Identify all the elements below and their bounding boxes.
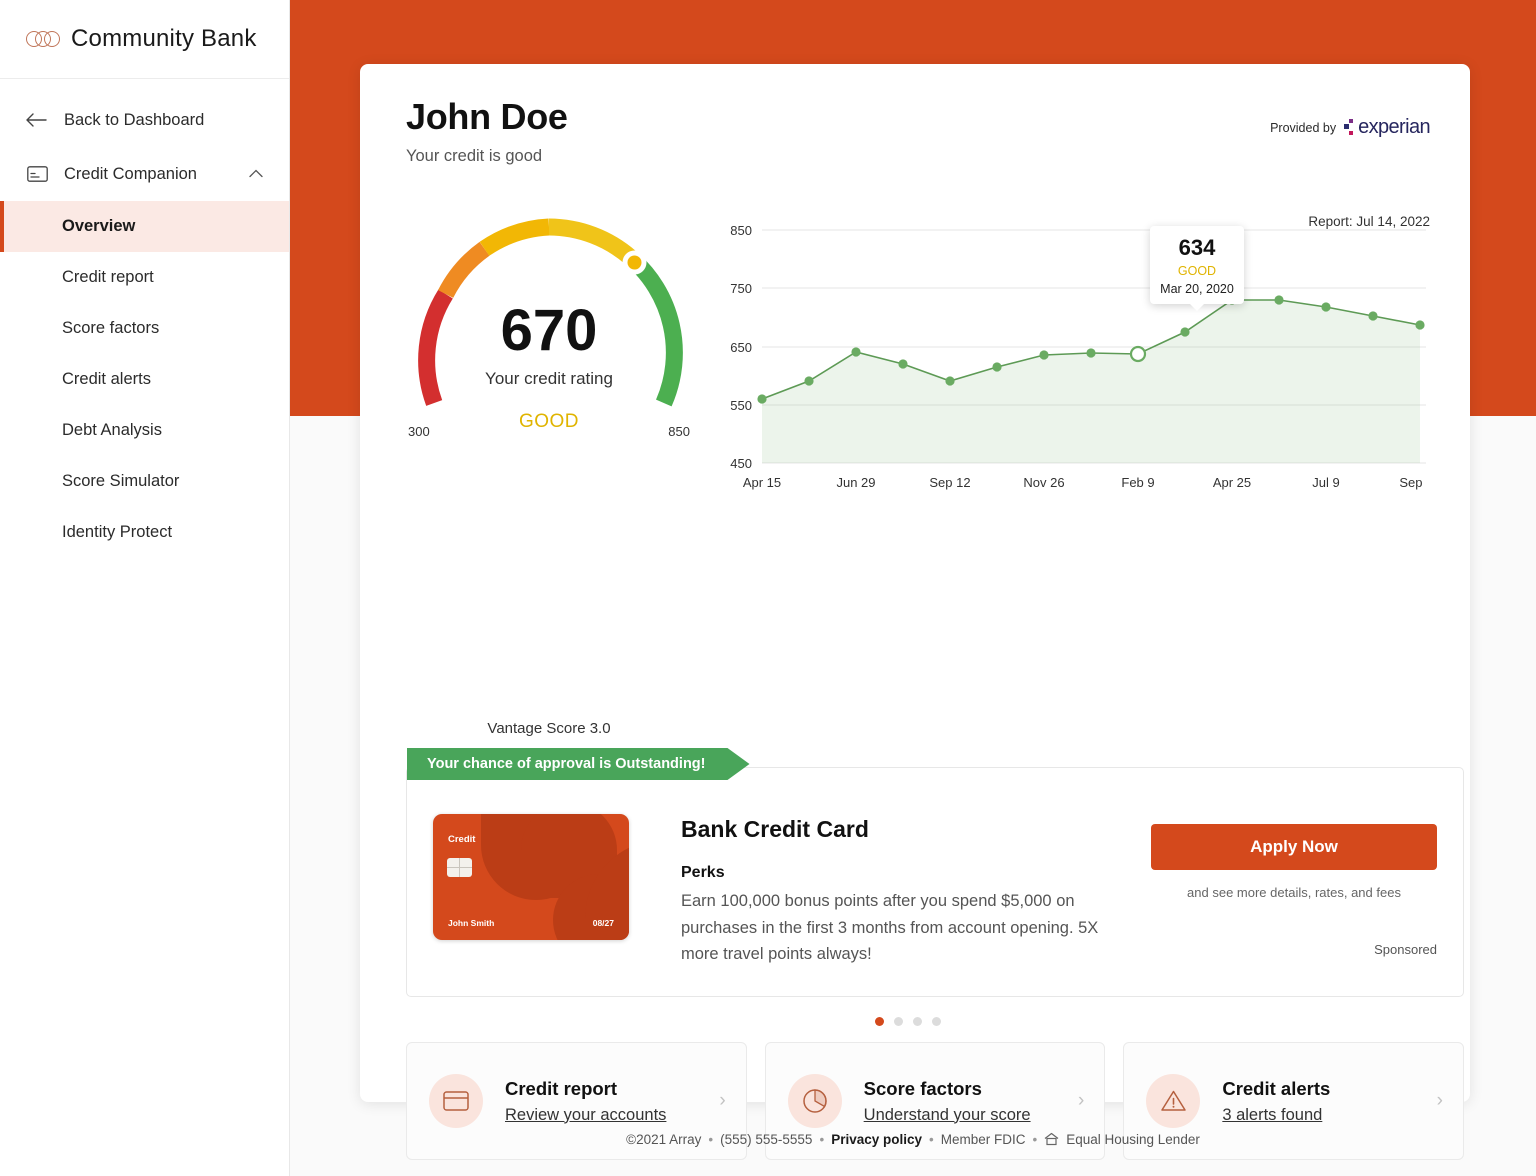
score-row: 670 Your credit rating GOOD 300 850 Vant… <box>384 184 1432 737</box>
tile-title: Credit alerts <box>1222 1077 1331 1099</box>
offer-description: Earn 100,000 bonus points after you spen… <box>681 892 1099 964</box>
sidebar-item-label: Credit alerts <box>62 370 151 388</box>
gauge-max-label: 850 <box>668 424 690 439</box>
arrow-left-icon <box>26 112 48 128</box>
approval-ribbon: Your chance of approval is Outstanding! <box>407 748 750 780</box>
gauge-center-readout: 670 Your credit rating GOOD <box>384 302 714 433</box>
footer-phone[interactable]: (555) 555-5555 <box>720 1132 812 1147</box>
experian-logo-icon: experian <box>1344 116 1431 139</box>
offer-body: Credit John Smith 08/27 Bank Credit Card… <box>433 814 1437 968</box>
footer-privacy-policy-link[interactable]: Privacy policy <box>831 1132 922 1147</box>
page-footer: ©2021 Array • (555) 555-5555 • Privacy p… <box>290 1102 1536 1176</box>
sidebar-section-label: Credit Companion <box>64 164 197 183</box>
footer-separator: • <box>708 1131 714 1147</box>
chevron-up-icon[interactable] <box>249 167 263 181</box>
apply-now-button[interactable]: Apply Now <box>1151 824 1437 870</box>
offer-perks-label: Perks <box>681 864 725 881</box>
back-to-dashboard[interactable]: Back to Dashboard <box>0 93 289 147</box>
gauge-min-label: 300 <box>408 424 430 439</box>
svg-text:Jul 9: Jul 9 <box>1312 475 1339 490</box>
offer-cta: Apply Now and see more details, rates, a… <box>1151 814 1437 957</box>
footer-separator: • <box>819 1131 825 1147</box>
credit-card-offer: Your chance of approval is Outstanding! … <box>406 767 1464 998</box>
svg-text:Nov 26: Nov 26 <box>1023 475 1064 490</box>
svg-text:450: 450 <box>730 456 752 471</box>
tooltip-score: 634 <box>1178 235 1216 260</box>
svg-text:550: 550 <box>730 398 752 413</box>
sidebar-item-score-factors[interactable]: Score factors <box>0 303 289 354</box>
sidebar-item-label: Debt Analysis <box>62 421 162 439</box>
chart-svg: 850 750 650 550 450 Apr 15 Jun 29 Sep 12… <box>730 223 1426 490</box>
svg-text:Sep 22: Sep 22 <box>1399 475 1426 490</box>
card-expiry: 08/27 <box>592 918 614 928</box>
overview-panel: John Doe Your credit is good Provided by… <box>360 64 1470 1161</box>
main-content: John Doe Your credit is good Provided by… <box>290 0 1536 1176</box>
carousel-dot-1[interactable] <box>875 1017 884 1027</box>
offer-text: Bank Credit Card Perks Earn 100,000 bonu… <box>629 814 1151 968</box>
sidebar-item-debt-analysis[interactable]: Debt Analysis <box>0 405 289 456</box>
svg-text:Jun 29: Jun 29 <box>836 475 875 490</box>
equal-housing-icon <box>1044 1132 1059 1146</box>
carousel-dot-2[interactable] <box>894 1017 903 1027</box>
chart-tooltip: 634 GOOD Mar 20, 2020 <box>1150 226 1244 311</box>
apply-now-note: and see more details, rates, and fees <box>1187 885 1401 900</box>
credit-card-icon <box>26 166 48 182</box>
card-chip-icon <box>447 858 472 877</box>
footer-member-fdic: Member FDIC <box>940 1131 1026 1147</box>
sidebar-nav: Back to Dashboard Credit Companion Overv… <box>0 79 289 558</box>
provided-by-experian: Provided by experian <box>1270 116 1431 139</box>
app-root: Community Bank Back to Dashboard Credit … <box>0 0 1536 1176</box>
svg-text:750: 750 <box>730 281 752 296</box>
page-subtitle: Your credit is good <box>406 147 543 165</box>
brand[interactable]: Community Bank <box>0 0 289 79</box>
footer-separator: • <box>929 1131 934 1147</box>
sidebar-item-score-simulator[interactable]: Score Simulator <box>0 456 289 507</box>
footer-equal-housing-lender: Equal Housing Lender <box>1066 1131 1200 1147</box>
credit-score-caption: Your credit rating <box>485 369 613 388</box>
tooltip-date: Mar 20, 2020 <box>1160 282 1234 296</box>
offer-carousel-dots[interactable] <box>384 1017 1432 1027</box>
sidebar-item-label: Identity Protect <box>62 523 173 541</box>
svg-text:Sep 12: Sep 12 <box>929 475 970 490</box>
credit-card-art: Credit John Smith 08/27 <box>433 814 629 940</box>
tooltip-rating: GOOD <box>1177 264 1217 278</box>
sidebar-item-credit-report[interactable]: Credit report <box>0 252 289 303</box>
offer-title: Bank Credit Card <box>681 816 869 842</box>
score-history-chart: 850 750 650 550 450 Apr 15 Jun 29 Sep 12… <box>714 184 1432 737</box>
footer-copyright: ©2021 Array <box>626 1131 702 1147</box>
carousel-dot-4[interactable] <box>932 1017 941 1027</box>
footer-separator: • <box>1032 1131 1038 1147</box>
experian-dots-icon <box>1344 118 1355 138</box>
brand-name: Community Bank <box>71 25 257 52</box>
sidebar-item-identity-protect[interactable]: Identity Protect <box>0 507 289 558</box>
svg-text:650: 650 <box>730 340 752 355</box>
svg-text:Feb 9: Feb 9 <box>1121 475 1154 490</box>
sidebar-item-label: Score Simulator <box>62 472 180 490</box>
panel-header: John Doe Your credit is good Provided by… <box>384 96 1432 229</box>
sidebar-item-label: Score factors <box>62 319 160 337</box>
sidebar-section-credit-companion[interactable]: Credit Companion <box>0 147 289 201</box>
tile-title: Score factors <box>863 1077 982 1099</box>
sidebar-item-label: Overview <box>62 217 136 235</box>
svg-text:Apr 25: Apr 25 <box>1213 475 1251 490</box>
sidebar: Community Bank Back to Dashboard Credit … <box>0 0 290 1176</box>
carousel-dot-3[interactable] <box>913 1017 922 1027</box>
tile-title: Credit report <box>505 1077 618 1099</box>
card-holder-name: John Smith <box>448 918 495 928</box>
experian-wordmark: experian <box>1358 116 1431 138</box>
card-type-label: Credit <box>448 834 476 845</box>
sidebar-item-overview[interactable]: Overview <box>0 201 289 252</box>
svg-text:Apr 15: Apr 15 <box>743 475 781 490</box>
score-model-label: Vantage Score 3.0 <box>487 720 611 737</box>
sidebar-item-credit-alerts[interactable]: Credit alerts <box>0 354 289 405</box>
back-to-dashboard-label: Back to Dashboard <box>64 110 205 129</box>
gauge-scale: 300 850 <box>384 424 714 439</box>
community-bank-logo-icon <box>26 28 60 50</box>
sidebar-item-label: Credit report <box>62 268 154 286</box>
credit-score-value: 670 <box>500 298 598 363</box>
sponsored-label: Sponsored <box>1374 942 1437 957</box>
credit-score-gauge: 670 Your credit rating GOOD 300 850 Vant… <box>384 184 714 737</box>
provided-by-label: Provided by <box>1270 120 1337 135</box>
svg-text:850: 850 <box>730 223 752 238</box>
